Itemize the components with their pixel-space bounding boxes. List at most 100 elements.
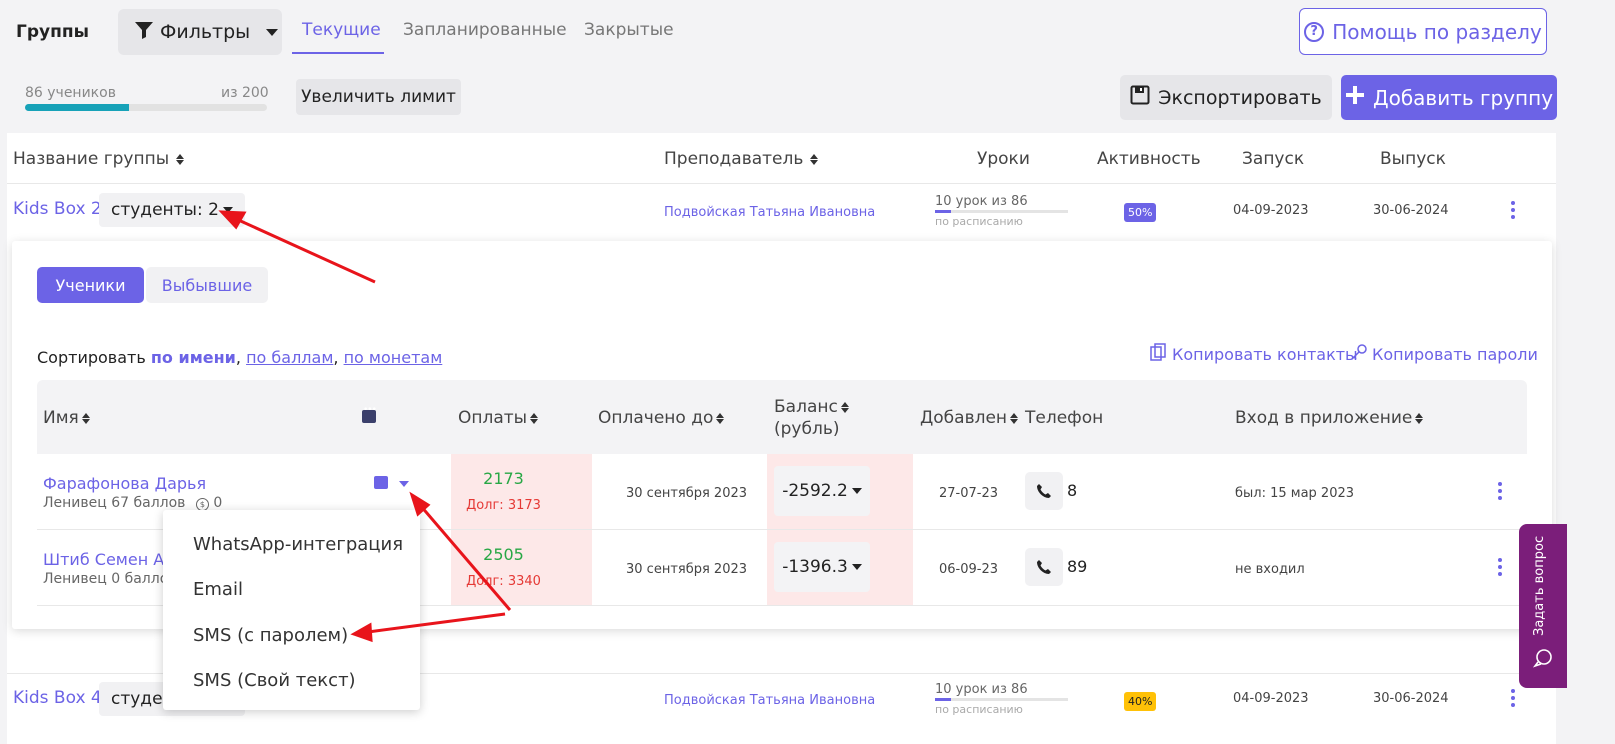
sort-icon xyxy=(1010,412,1019,424)
sort-by-points-link[interactable]: по баллам xyxy=(246,348,333,367)
student-meta: Ленивец 0 баллов xyxy=(43,571,177,587)
copy-passwords-label: Копировать пароли xyxy=(1372,344,1538,364)
add-group-label: Добавить группу xyxy=(1372,85,1554,110)
increase-limit-button[interactable]: Увеличить лимит xyxy=(296,79,461,115)
chevron-down-icon xyxy=(222,207,233,213)
last-login: не входил xyxy=(1235,562,1305,577)
balance-dropdown[interactable]: -2592.2 xyxy=(774,466,870,516)
teacher-link[interactable]: Подвойская Татьяна Ивановна xyxy=(664,693,875,708)
payment-amount: 2505 xyxy=(483,545,524,564)
activity-badge: 40% xyxy=(1124,692,1157,711)
balance-value: -2592.2 xyxy=(782,481,848,501)
help-button[interactable]: ? Помощь по разделу xyxy=(1299,8,1547,55)
student-name-link[interactable]: Фарафонова Дарья xyxy=(43,474,206,493)
lessons-progress-fill xyxy=(935,698,951,701)
tab-dropped[interactable]: Выбывшие xyxy=(146,267,268,303)
lessons-progress-bar xyxy=(935,698,1068,701)
menu-item-sms-custom[interactable]: SMS (Свой текст) xyxy=(193,670,356,691)
copy-contacts-label: Копировать контакты xyxy=(1172,344,1358,364)
header-lessons: Уроки xyxy=(977,149,1030,169)
balance-dropdown[interactable]: -1396.3 xyxy=(774,542,870,592)
ask-question-widget[interactable]: Задать вопрос xyxy=(1519,524,1567,688)
phone-icon[interactable] xyxy=(1025,472,1063,510)
header-student-name[interactable]: Имя xyxy=(43,408,90,428)
lessons-progress-text: 10 урок из 86 xyxy=(935,194,1028,209)
more-icon[interactable] xyxy=(1511,689,1515,707)
group-link[interactable]: Kids Box 4 xyxy=(13,688,102,708)
added-date: 27-07-23 xyxy=(939,486,999,501)
sort-icon xyxy=(840,401,849,413)
menu-item-email[interactable]: Email xyxy=(193,579,243,600)
chevron-down-icon[interactable] xyxy=(399,481,409,487)
added-date: 06-09-23 xyxy=(939,562,999,577)
payment-amount: 2173 xyxy=(483,469,524,488)
debt-amount: Долг: 3340 xyxy=(466,574,541,589)
tab-scheduled[interactable]: Запланированные xyxy=(403,20,567,40)
sort-by-name-link[interactable]: по имени xyxy=(151,348,236,367)
copy-contacts-link[interactable]: Копировать контакты xyxy=(1150,343,1358,365)
sort-by-coins-link[interactable]: по монетам xyxy=(344,348,443,367)
phone-redaction xyxy=(1090,550,1172,568)
phone-number: 8 xyxy=(1067,481,1078,500)
lessons-schedule-note: по расписанию xyxy=(935,215,1023,228)
start-date: 04-09-2023 xyxy=(1233,691,1309,706)
teacher-link[interactable]: Подвойская Татьяна Ивановна xyxy=(664,205,875,220)
lessons-schedule-note: по расписанию xyxy=(935,703,1023,716)
copy-passwords-link[interactable]: Копировать пароли xyxy=(1350,343,1538,365)
tab-closed[interactable]: Закрытые xyxy=(584,20,674,40)
add-group-button[interactable]: Добавить группу xyxy=(1341,75,1557,120)
divider xyxy=(7,183,1556,184)
students-count: 86 учеников xyxy=(25,85,116,101)
students-progress-bar xyxy=(25,104,267,111)
export-button[interactable]: Экспортировать xyxy=(1120,75,1332,120)
filters-button[interactable]: Фильтры xyxy=(118,9,282,55)
phone-redaction xyxy=(1082,474,1172,492)
sort-icon xyxy=(1415,412,1424,424)
tab-current[interactable]: Текущие xyxy=(302,20,381,40)
header-balance-label: Баланс xyxy=(774,397,838,417)
header-start: Запуск xyxy=(1242,149,1305,169)
end-date: 30-06-2024 xyxy=(1373,691,1449,706)
paid-until-date: 30 сентября 2023 xyxy=(626,486,748,501)
header-student-name-label: Имя xyxy=(43,408,79,428)
more-icon[interactable] xyxy=(1498,558,1502,576)
ask-question-label: Задать вопрос xyxy=(1532,535,1547,636)
phone-icon[interactable] xyxy=(1025,548,1063,586)
balance-value: -1396.3 xyxy=(782,557,848,577)
sort-line: Сортировать по имени, по баллам, по моне… xyxy=(37,348,443,367)
filter-icon xyxy=(134,20,154,45)
students-dropdown[interactable]: студенты: 2 xyxy=(99,193,245,227)
header-payments-label: Оплаты xyxy=(458,408,528,428)
question-icon: ? xyxy=(1304,21,1325,42)
header-teacher[interactable]: Преподаватель xyxy=(664,149,819,169)
header-activity: Активность xyxy=(1097,149,1201,169)
student-meta: Ленивец 67 баллов $ 0 xyxy=(43,495,222,511)
message-icon xyxy=(362,405,376,423)
student-name-link[interactable]: Штиб Семен Ал xyxy=(43,550,174,569)
header-balance[interactable]: Баланс xyxy=(774,397,849,417)
header-added[interactable]: Добавлен xyxy=(920,408,1019,428)
message-menu-button[interactable] xyxy=(374,471,388,489)
activity-badge: 50% xyxy=(1124,203,1157,222)
header-group-name[interactable]: Название группы xyxy=(13,149,185,169)
chat-icon xyxy=(1532,648,1553,672)
menu-item-sms-password[interactable]: SMS (с паролем) xyxy=(193,625,348,646)
lessons-progress-text: 10 урок из 86 xyxy=(935,682,1028,697)
header-login[interactable]: Вход в приложение xyxy=(1235,408,1424,428)
more-icon[interactable] xyxy=(1498,482,1502,500)
menu-item-whatsapp[interactable]: WhatsApp-интеграция xyxy=(193,534,403,555)
tab-students[interactable]: Ученики xyxy=(37,267,144,303)
student-coins: 0 xyxy=(213,495,223,511)
more-icon[interactable] xyxy=(1511,201,1515,219)
chevron-down-icon xyxy=(266,28,279,36)
header-group-name-label: Название группы xyxy=(13,149,170,169)
sort-icon xyxy=(176,153,185,165)
header-payments[interactable]: Оплаты xyxy=(458,408,539,428)
key-icon xyxy=(1350,343,1368,365)
header-phone: Телефон xyxy=(1025,408,1104,428)
paid-until-date: 30 сентября 2023 xyxy=(626,562,748,577)
active-tab-underline xyxy=(292,52,384,54)
group-link[interactable]: Kids Box 2 xyxy=(13,199,102,219)
header-paid-until[interactable]: Оплачено до xyxy=(598,408,725,428)
progress-fill xyxy=(25,104,130,111)
